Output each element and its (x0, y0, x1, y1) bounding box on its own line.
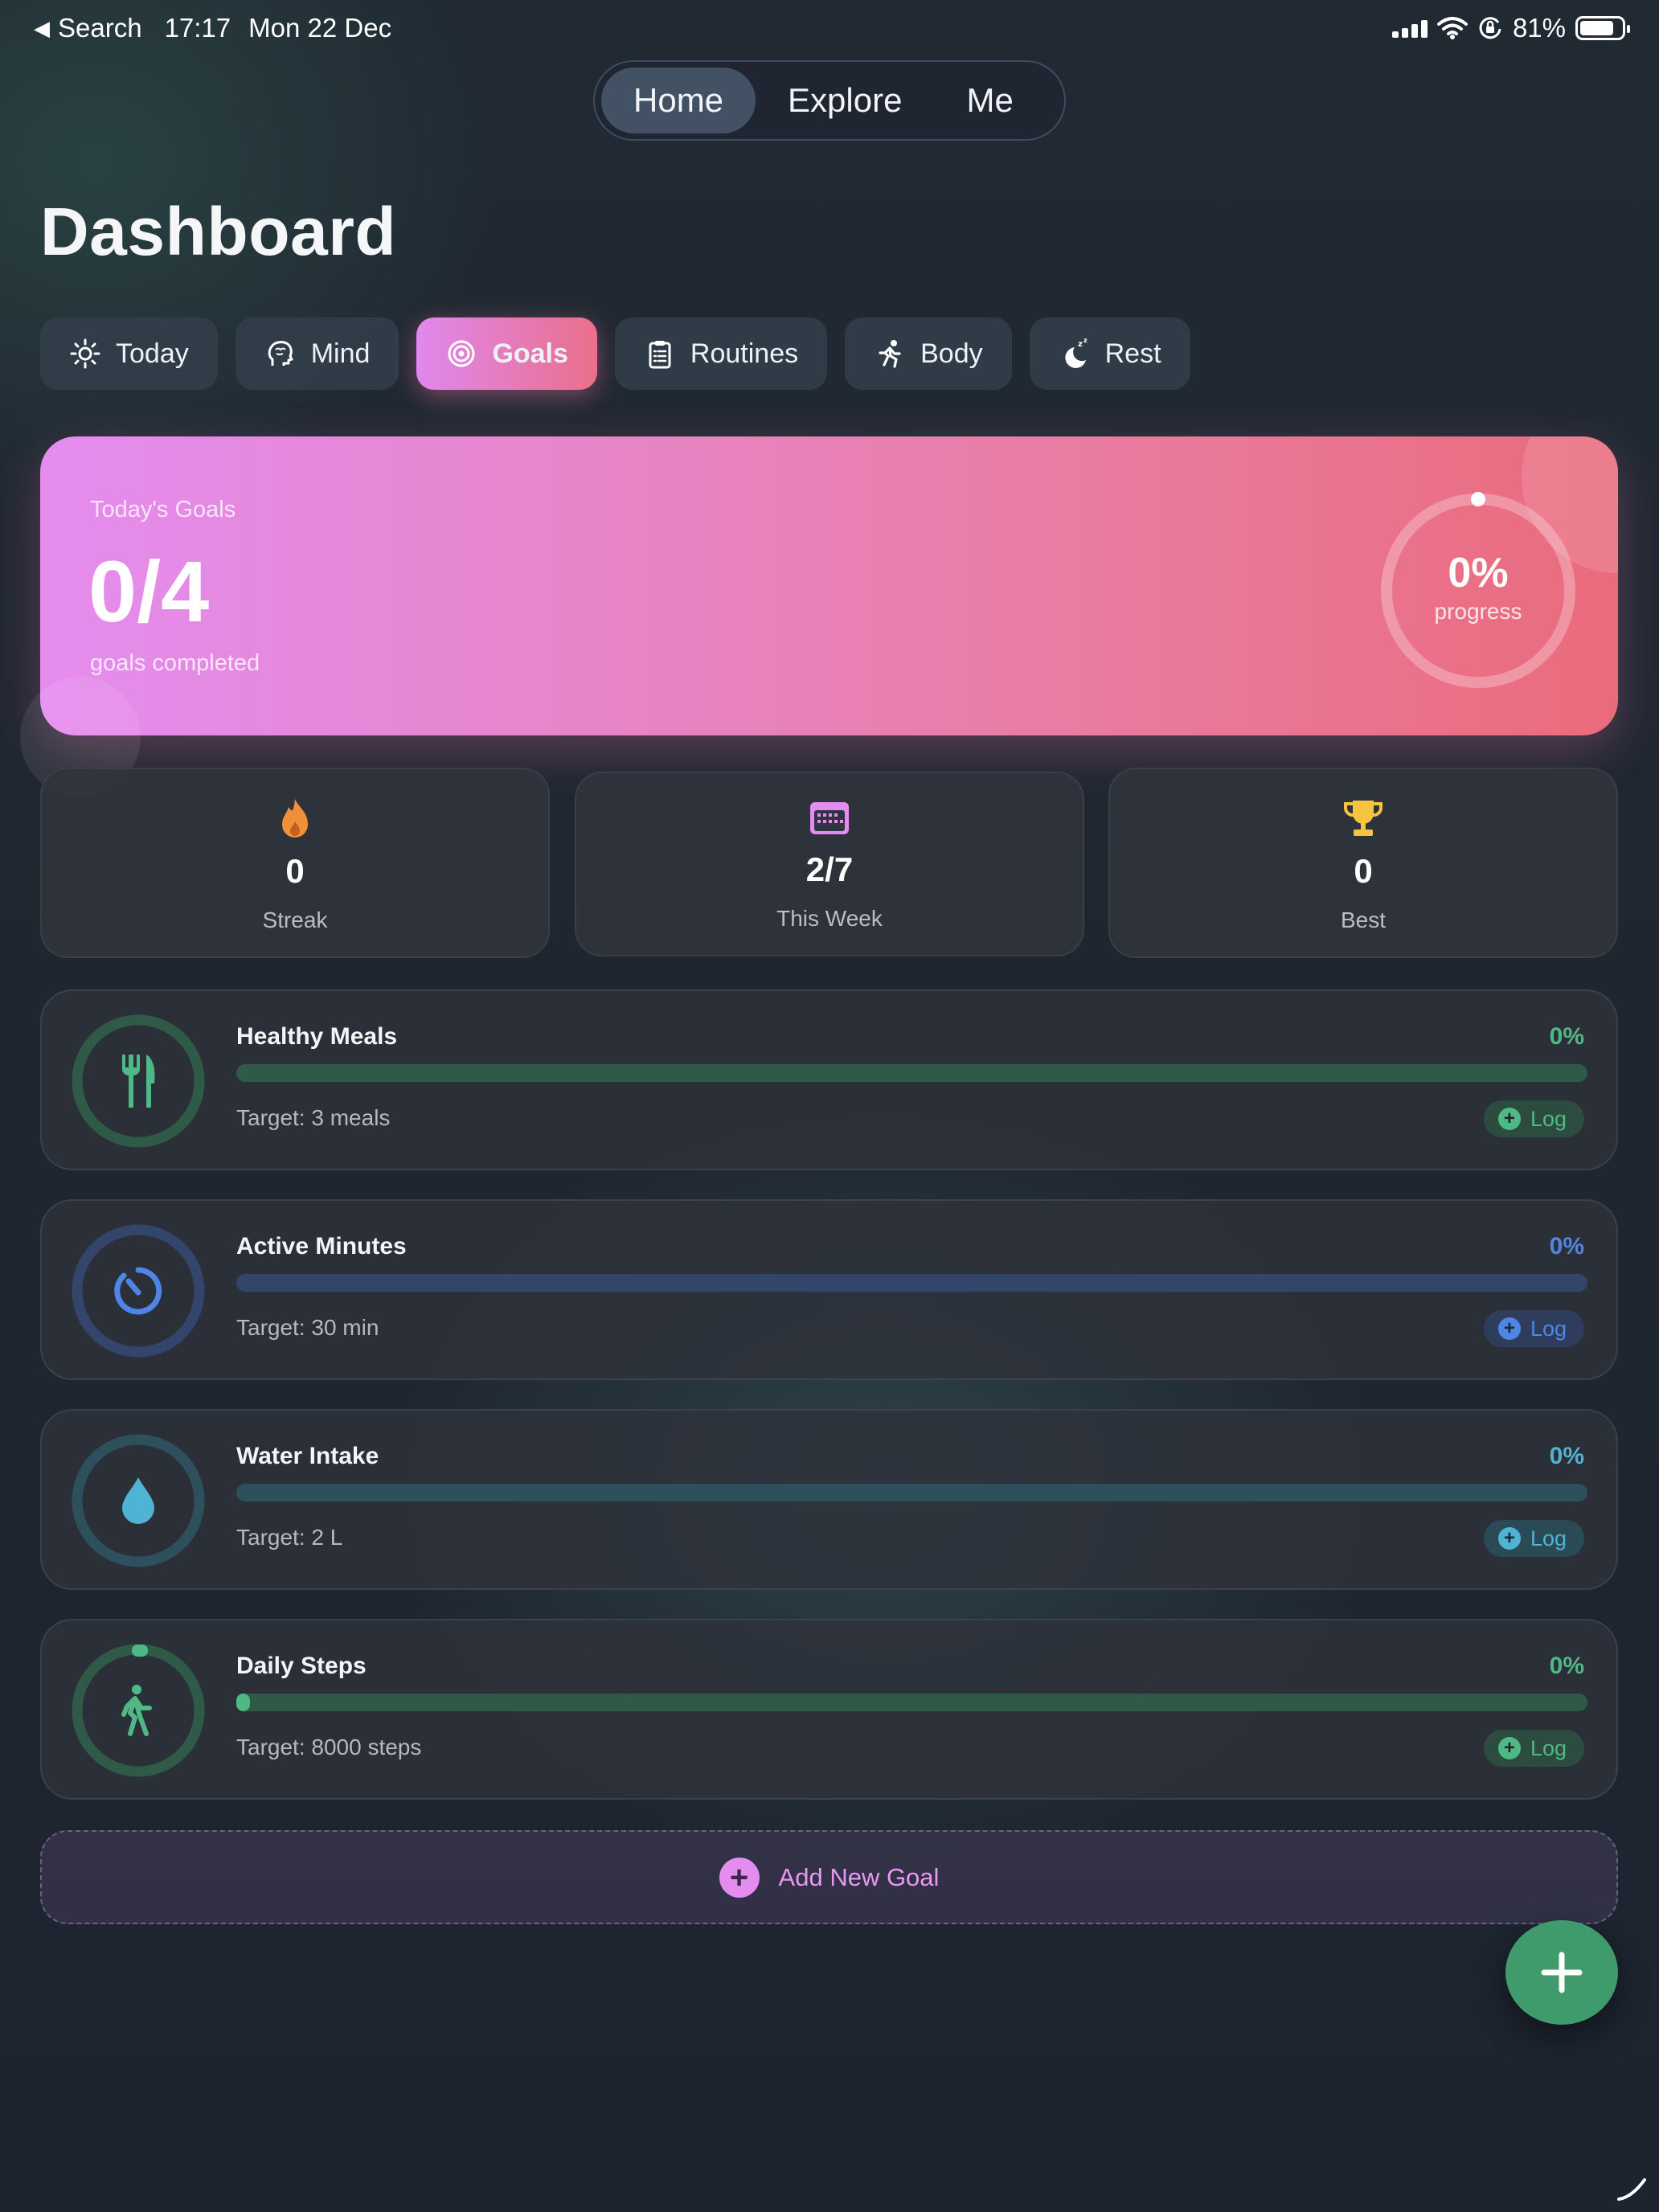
utensils-icon (66, 1014, 211, 1149)
tab-body-label: Body (920, 338, 983, 369)
orientation-lock-icon (1479, 17, 1501, 39)
tab-routines-label: Routines (690, 338, 799, 369)
back-arrow-icon[interactable]: ◀ (34, 16, 50, 41)
stat-streak-label: Streak (262, 907, 328, 932)
log-button[interactable]: + Log (1483, 1520, 1584, 1557)
goal-progress-bar (236, 1484, 1587, 1501)
goal-card-water-intake[interactable]: Water Intake 0% Target: 2 L + Log (40, 1409, 1618, 1590)
log-label: Log (1530, 1526, 1567, 1550)
svg-text:z: z (1078, 340, 1083, 349)
plus-icon (1541, 1952, 1583, 1993)
goal-card-active-minutes[interactable]: Active Minutes 0% Target: 30 min + Log (40, 1199, 1618, 1380)
tab-goals[interactable]: Goals (416, 317, 597, 390)
tab-goals-label: Goals (492, 338, 568, 369)
goal-name: Daily Steps (236, 1653, 367, 1679)
log-label: Log (1530, 1735, 1567, 1760)
goal-target: Target: 30 min (236, 1315, 379, 1340)
battery-percent: 81% (1512, 13, 1566, 43)
trophy-icon (1110, 797, 1616, 841)
stat-best-value: 0 (1354, 852, 1373, 890)
brain-icon (264, 338, 297, 370)
goal-target: Target: 3 meals (236, 1105, 391, 1130)
stat-best-label: Best (1340, 907, 1387, 932)
goal-progress-bar (236, 1274, 1587, 1292)
stat-this-week-label: This Week (776, 906, 883, 931)
target-icon (445, 338, 477, 370)
tab-routines[interactable]: Routines (614, 317, 828, 390)
todays-goals-card: Today's Goals 0/4 goals completed 0% pro… (40, 436, 1618, 735)
category-tabs: Today Mind Goals Routines Body zz Rest (40, 317, 1190, 390)
walking-icon (66, 1643, 211, 1778)
tab-today[interactable]: Today (40, 317, 218, 390)
stat-this-week-value: 2/7 (805, 850, 854, 888)
goal-progress-fill (236, 1694, 250, 1711)
plus-icon: + (1497, 1527, 1521, 1550)
nav-tab-home[interactable]: Home (601, 68, 756, 133)
water-drop-icon (66, 1433, 211, 1568)
wifi-icon (1436, 17, 1468, 39)
summary-subtitle: goals completed (90, 650, 260, 676)
tab-mind[interactable]: Mind (235, 317, 399, 390)
running-icon (874, 338, 906, 370)
back-label[interactable]: Search (58, 13, 142, 43)
tab-rest-label: Rest (1104, 338, 1161, 369)
progress-label: progress (1434, 599, 1522, 624)
battery-icon (1575, 16, 1630, 40)
goal-name: Water Intake (236, 1443, 379, 1469)
timer-icon (66, 1223, 211, 1358)
summary-label: Today's Goals (90, 497, 236, 522)
moon-icon: zz (1059, 338, 1091, 370)
status-bar: ◀ Search 17:17 Mon 22 Dec 81% (0, 0, 1659, 58)
svg-text:z: z (1083, 338, 1088, 344)
tab-today-label: Today (116, 338, 189, 369)
goal-name: Active Minutes (236, 1233, 407, 1260)
tab-rest[interactable]: zz Rest (1029, 317, 1190, 390)
summary-value: 0/4 (88, 543, 210, 640)
goal-percent: 0% (1549, 1233, 1584, 1260)
progress-percent: 0% (1448, 550, 1509, 596)
top-navigation: Home Explore Me (593, 60, 1066, 141)
nav-tab-me[interactable]: Me (934, 68, 1045, 133)
add-goal-label: Add New Goal (778, 1862, 940, 1891)
flame-icon (42, 797, 548, 841)
goal-progress-bar (236, 1694, 1587, 1711)
plus-icon: + (1497, 1737, 1521, 1759)
resize-handle-icon (1617, 2178, 1646, 2201)
goal-card-healthy-meals[interactable]: Healthy Meals 0% Target: 3 meals + Log (40, 989, 1618, 1170)
calendar-icon (576, 799, 1083, 836)
stat-streak: 0 Streak (40, 768, 550, 958)
goal-percent: 0% (1549, 1023, 1584, 1050)
stat-best: 0 Best (1108, 768, 1618, 958)
goal-percent: 0% (1549, 1443, 1584, 1469)
floating-add-button[interactable] (1505, 1920, 1618, 2025)
goal-target: Target: 8000 steps (236, 1735, 422, 1759)
goal-percent: 0% (1549, 1653, 1584, 1679)
tab-body[interactable]: Body (845, 317, 1012, 390)
goal-target: Target: 2 L (236, 1525, 343, 1550)
status-date: Mon 22 Dec (248, 13, 392, 43)
log-button[interactable]: + Log (1483, 1310, 1584, 1347)
sun-icon (69, 338, 101, 370)
goal-card-daily-steps[interactable]: Daily Steps 0% Target: 8000 steps + Log (40, 1619, 1618, 1800)
stat-this-week: 2/7 This Week (575, 772, 1084, 956)
page-title: Dashboard (40, 194, 397, 269)
plus-circle-icon: + (719, 1857, 760, 1898)
status-time: 17:17 (164, 13, 231, 43)
log-button[interactable]: + Log (1483, 1100, 1584, 1137)
goal-name: Healthy Meals (236, 1023, 398, 1050)
add-new-goal-button[interactable]: + Add New Goal (40, 1830, 1618, 1924)
log-label: Log (1530, 1316, 1567, 1341)
clipboard-icon (644, 338, 676, 370)
signal-icon (1391, 18, 1428, 38)
stat-streak-value: 0 (285, 852, 305, 890)
nav-tab-explore[interactable]: Explore (756, 68, 934, 133)
goal-progress-bar (236, 1064, 1587, 1082)
plus-icon: + (1497, 1108, 1521, 1130)
log-label: Log (1530, 1106, 1567, 1131)
tab-mind-label: Mind (310, 338, 371, 369)
plus-icon: + (1497, 1317, 1521, 1340)
log-button[interactable]: + Log (1483, 1730, 1584, 1767)
